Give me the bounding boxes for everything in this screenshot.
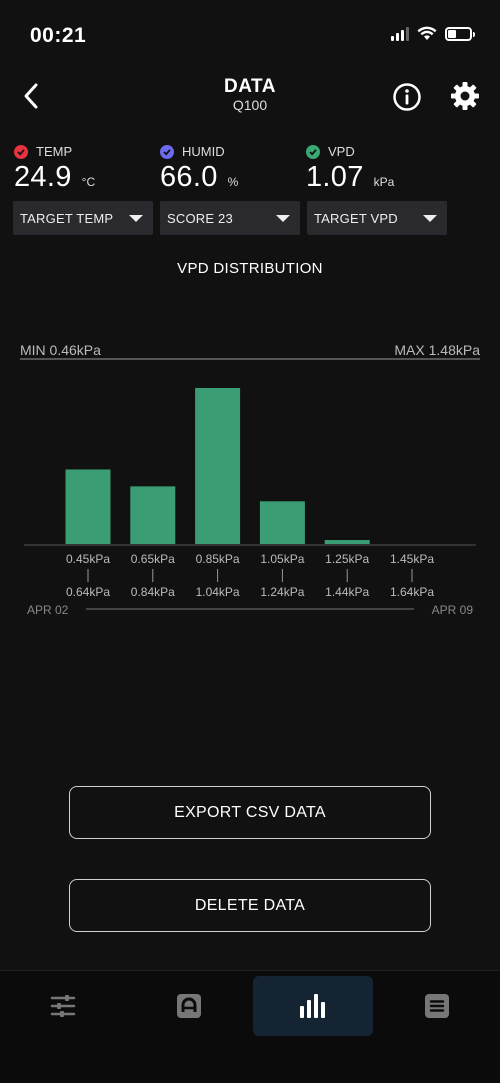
dashboard-icon	[177, 994, 201, 1018]
bar	[195, 388, 241, 544]
bin-end-label: 0.64kPa	[66, 585, 110, 599]
bin-end-label: 0.84kPa	[131, 585, 175, 599]
caret-down-icon	[129, 214, 143, 222]
end-date: APR 09	[432, 603, 474, 617]
vpd-reading: VPD 1.07 kPa	[306, 144, 394, 194]
status-time: 00:21	[30, 24, 87, 47]
nav-menu[interactable]	[377, 976, 497, 1036]
bin-start-label: 0.65kPa	[131, 552, 175, 566]
min-label: MIN 0.46kPa	[20, 342, 101, 358]
battery-icon	[445, 26, 475, 41]
score-dropdown[interactable]: SCORE 23	[160, 201, 300, 235]
dropdown-label: TARGET VPD	[314, 210, 398, 226]
caret-down-icon	[276, 214, 290, 222]
dropdown-label: TARGET TEMP	[20, 210, 114, 226]
nav-data[interactable]	[253, 976, 373, 1036]
bar	[324, 540, 370, 544]
reading-label: HUMID	[182, 144, 225, 159]
check-circle-icon	[306, 144, 320, 159]
delete-data-button[interactable]: DELETE DATA	[69, 879, 431, 932]
check-circle-icon	[160, 144, 174, 159]
info-button[interactable]	[392, 82, 422, 112]
target-vpd-dropdown[interactable]: TARGET VPD	[307, 201, 447, 235]
temp-reading: TEMP 24.9 °C	[14, 144, 95, 194]
reading-value: 24.9	[14, 161, 72, 193]
reading-value: 66.0	[160, 161, 218, 193]
bin-start-label: 0.45kPa	[66, 552, 110, 566]
bin-start-label: 1.25kPa	[325, 552, 369, 566]
bin-start-label: 1.05kPa	[260, 552, 304, 566]
reading-unit: kPa	[373, 175, 395, 189]
page-title: DATA	[224, 76, 276, 97]
settings-button[interactable]	[449, 80, 481, 112]
bar	[259, 501, 305, 544]
reading-unit: %	[227, 175, 239, 189]
reading-label: TEMP	[36, 144, 73, 159]
bottom-nav	[0, 970, 500, 1083]
bin-start-label: 1.45kPa	[390, 552, 434, 566]
start-date: APR 02	[27, 603, 69, 617]
signal-icon	[391, 26, 409, 41]
reading-label: VPD	[328, 144, 355, 159]
reading-value: 1.07	[306, 161, 364, 193]
list-icon	[425, 994, 449, 1018]
bin-end-label: 1.64kPa	[390, 585, 434, 599]
humid-reading: HUMID 66.0 %	[160, 144, 238, 194]
dropdown-label: SCORE 23	[167, 210, 233, 226]
max-label: MAX 1.48kPa	[394, 342, 480, 358]
chart-title: VPD DISTRIBUTION	[177, 260, 323, 277]
target-temp-dropdown[interactable]: TARGET TEMP	[13, 201, 153, 235]
bin-end-label: 1.04kPa	[196, 585, 240, 599]
bin-end-label: 1.44kPa	[325, 585, 369, 599]
bin-end-label: 1.24kPa	[260, 585, 304, 599]
caret-down-icon	[423, 214, 437, 222]
data-screen: 00:21 DATA Q100 TEMP 24.9 °C HUMID 66.0 …	[0, 0, 500, 1083]
info-icon	[393, 83, 421, 111]
bar	[130, 486, 176, 544]
bar	[65, 469, 111, 544]
bin-start-label: 0.85kPa	[196, 552, 240, 566]
check-circle-icon	[14, 144, 28, 159]
vpd-distribution-chart: MIN 0.46kPa MAX 1.48kPa 0.45kPa 0.64kPa 0.…	[20, 342, 480, 617]
nav-dashboard[interactable]	[129, 976, 249, 1036]
gear-icon	[451, 82, 479, 110]
export-csv-button[interactable]: EXPORT CSV DATA	[69, 786, 431, 839]
nav-controls[interactable]	[3, 976, 123, 1036]
status-icons	[391, 26, 475, 41]
bar-chart-icon	[300, 994, 325, 1018]
reading-unit: °C	[81, 175, 96, 189]
wifi-icon	[417, 26, 437, 40]
device-name: Q100	[232, 97, 268, 113]
sliders-icon	[50, 995, 76, 1017]
